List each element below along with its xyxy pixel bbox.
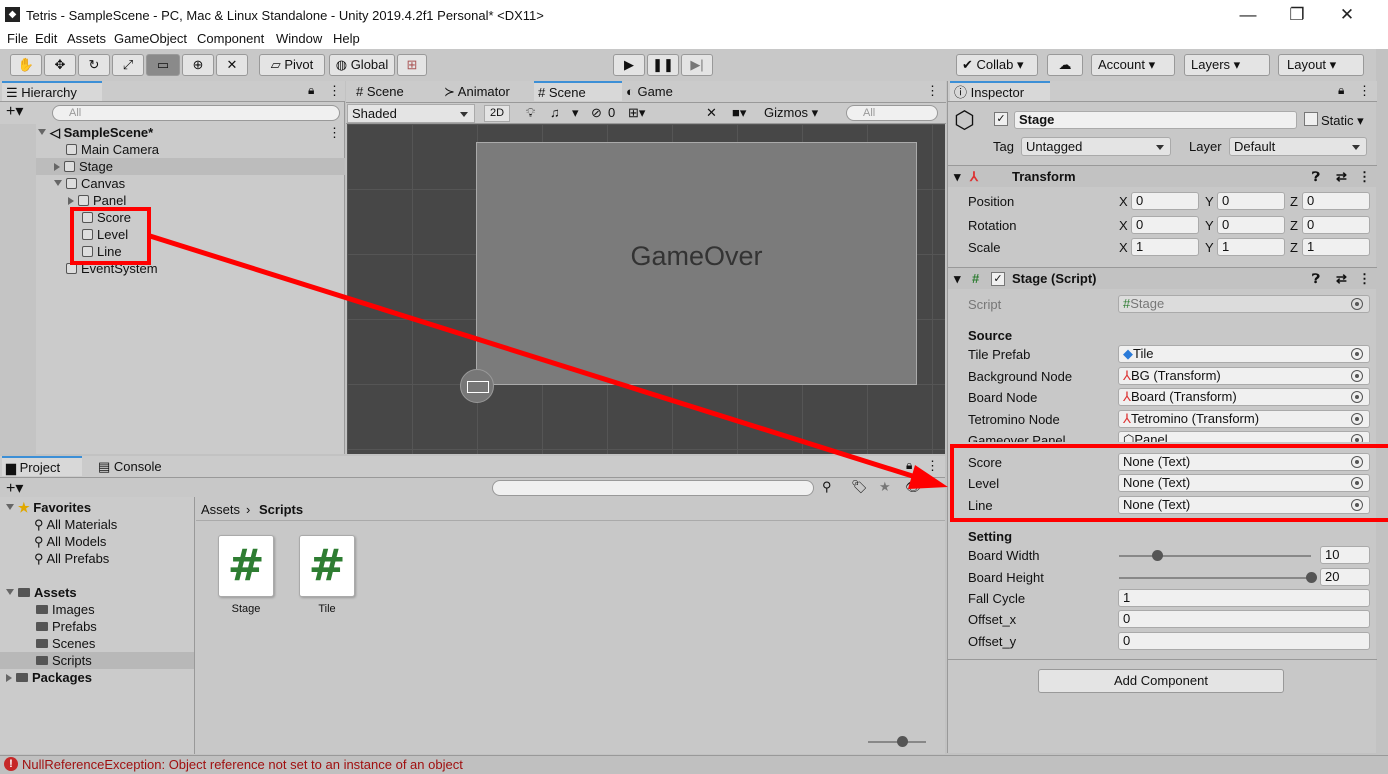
status-bar[interactable]: ! NullReferenceException: Object referen… <box>0 755 1388 774</box>
error-message: NullReferenceException: Object reference… <box>22 757 463 772</box>
annotation-arrow <box>149 233 948 489</box>
error-icon: ! <box>4 757 18 771</box>
